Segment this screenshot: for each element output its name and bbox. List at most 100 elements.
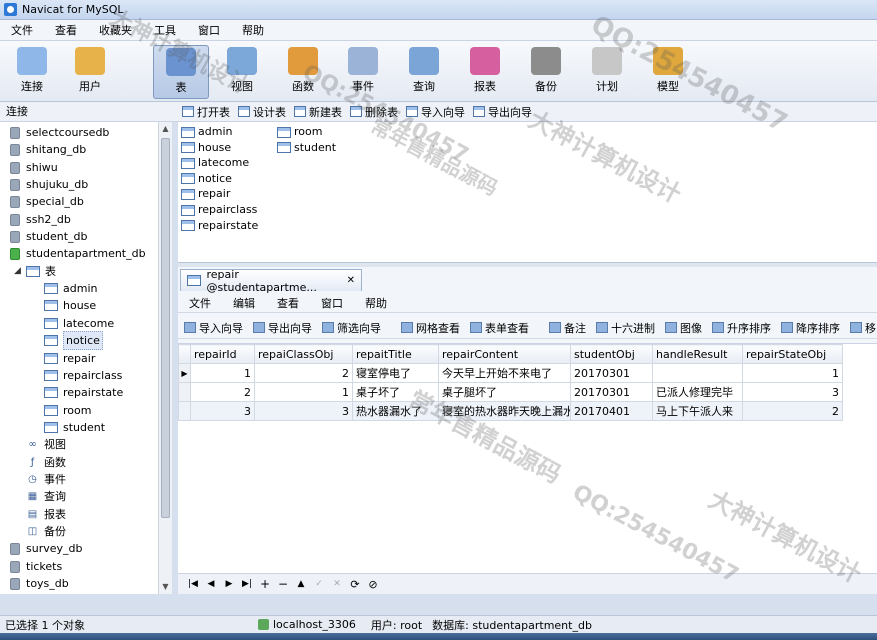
grid-cell[interactable]: 3 xyxy=(742,382,843,402)
tree-table-admin[interactable]: admin xyxy=(44,280,97,297)
tree-db-survey_db[interactable]: survey_db xyxy=(10,540,82,557)
toolbar-button-7[interactable]: 报表 xyxy=(457,45,513,99)
tree-node-3[interactable]: ▦ 查询 xyxy=(26,488,66,505)
grid-cell[interactable]: 3 xyxy=(190,401,255,421)
grid-cell[interactable]: 2 xyxy=(190,382,255,402)
tree-table-house[interactable]: house xyxy=(44,297,96,314)
prev-record-icon[interactable]: ◀ xyxy=(204,579,218,589)
grid-action-0[interactable]: 导入向导 xyxy=(184,320,243,336)
toolbar-button-3[interactable]: 视图 xyxy=(214,45,270,99)
tree-table-repair[interactable]: repair xyxy=(44,350,95,367)
grid-cell[interactable]: 20170301 xyxy=(570,382,653,402)
toolbar-button-6[interactable]: 查询 xyxy=(396,45,452,99)
tree-node-5[interactable]: ◫ 备份 xyxy=(26,523,66,540)
tree-table-repairclass[interactable]: repairclass xyxy=(44,367,122,384)
sidebar-scrollbar[interactable]: ▲ ▼ xyxy=(158,122,172,594)
tree-table-notice[interactable]: notice xyxy=(44,331,103,350)
menu-item-0[interactable]: 文件 xyxy=(0,20,44,41)
object-action-5[interactable]: 导出向导 xyxy=(473,104,532,120)
sub-menu-item-2[interactable]: 查看 xyxy=(266,295,310,311)
tab-repair[interactable]: repair @studentapartme... ✕ xyxy=(180,268,362,294)
grid-action-4[interactable]: 表单查看 xyxy=(470,320,529,336)
tree-table-repairstate[interactable]: repairstate xyxy=(44,384,123,401)
column-header-repairContent[interactable]: repairContent xyxy=(438,344,571,364)
tree-db-shitang_db[interactable]: shitang_db xyxy=(10,141,86,158)
cancel-icon[interactable]: ✕ xyxy=(330,579,344,589)
delete-record-icon[interactable]: − xyxy=(276,577,290,591)
sub-menu-item-1[interactable]: 编辑 xyxy=(222,295,266,311)
add-record-icon[interactable]: + xyxy=(258,577,272,591)
column-header-repaitTitle[interactable]: repaitTitle xyxy=(352,344,439,364)
menu-item-4[interactable]: 窗口 xyxy=(187,20,231,41)
scroll-up-icon[interactable]: ▲ xyxy=(159,122,172,136)
tree-db-shujuku_db[interactable]: shujuku_db xyxy=(10,176,88,193)
tree-db-ssh2_db[interactable]: ssh2_db xyxy=(10,211,71,228)
expand-arrow-icon[interactable]: ◢ xyxy=(14,263,24,280)
grid-cell[interactable]: 今天早上开始不来电了 xyxy=(438,363,571,383)
object-item-house[interactable]: house xyxy=(181,140,231,156)
grid-cell[interactable]: 寝室的热水器昨天晚上漏水 xyxy=(438,401,571,421)
toolbar-button-9[interactable]: 计划 xyxy=(579,45,635,99)
tree-db-tickets[interactable]: tickets xyxy=(10,558,62,575)
menu-item-1[interactable]: 查看 xyxy=(44,20,88,41)
table-row[interactable]: 3 3 热水器漏水了 寝室的热水器昨天晚上漏水 20170401 马上下午派人来 2 xyxy=(178,401,843,421)
column-header-repaiClassObj[interactable]: repaiClassObj xyxy=(254,344,353,364)
next-record-icon[interactable]: ▶ xyxy=(222,579,236,589)
scroll-down-icon[interactable]: ▼ xyxy=(159,580,172,594)
grid-action-5[interactable]: 备注 xyxy=(549,320,586,336)
object-item-student[interactable]: student xyxy=(277,140,336,156)
sub-menu-item-3[interactable]: 窗口 xyxy=(310,295,354,311)
object-action-1[interactable]: 设计表 xyxy=(238,104,286,120)
grid-cell[interactable]: 已派人修理完毕 xyxy=(652,382,743,402)
object-item-repair[interactable]: repair xyxy=(181,186,230,202)
tree-db-open[interactable]: studentapartment_db xyxy=(10,245,146,262)
data-grid[interactable]: repairId repaiClassObj repaitTitle repairCo… xyxy=(178,343,877,573)
object-item-repairstate[interactable]: repairstate xyxy=(181,218,258,234)
tree-db-special_db[interactable]: special_db xyxy=(10,193,84,210)
grid-cell[interactable]: 2 xyxy=(742,401,843,421)
grid-action-6[interactable]: 十六进制 xyxy=(596,320,655,336)
menu-item-3[interactable]: 工具 xyxy=(143,20,187,41)
object-action-2[interactable]: 新建表 xyxy=(294,104,342,120)
table-row[interactable]: 2 1 桌子坏了 桌子腿坏了 20170301 已派人修理完毕 3 xyxy=(178,382,843,402)
grid-cell[interactable]: 1 xyxy=(254,382,353,402)
grid-action-10[interactable]: 移 xyxy=(850,320,876,336)
object-action-4[interactable]: 导入向导 xyxy=(406,104,465,120)
toolbar-button-4[interactable]: 函数 xyxy=(275,45,331,99)
object-item-repairclass[interactable]: repairclass xyxy=(181,202,257,218)
tree-db-shiwu[interactable]: shiwu xyxy=(10,159,58,176)
object-action-0[interactable]: 打开表 xyxy=(182,104,230,120)
grid-cell[interactable]: 2 xyxy=(254,363,353,383)
grid-cell[interactable]: 热水器漏水了 xyxy=(352,401,439,421)
grid-cell[interactable]: 马上下午派人来 xyxy=(652,401,743,421)
apply-icon[interactable]: ✓ xyxy=(312,579,326,589)
column-header-studentObj[interactable]: studentObj xyxy=(570,344,653,364)
data-table[interactable]: repairId repaiClassObj repaitTitle repairCo… xyxy=(178,344,843,421)
stop-icon[interactable]: ⊘ xyxy=(366,578,380,591)
tree-node-2[interactable]: ◷ 事件 xyxy=(26,471,66,488)
column-header-repairId[interactable]: repairId xyxy=(190,344,255,364)
object-item-latecome[interactable]: latecome xyxy=(181,155,249,171)
sub-menu-item-4[interactable]: 帮助 xyxy=(354,295,398,311)
tree-tables-node[interactable]: ◢ 表 xyxy=(14,263,56,280)
sub-menu-item-0[interactable]: 文件 xyxy=(178,295,222,311)
tree-node-4[interactable]: ▤ 报表 xyxy=(26,506,66,523)
grid-action-8[interactable]: 升序排序 xyxy=(712,320,771,336)
grid-cell[interactable]: 20170301 xyxy=(570,363,653,383)
object-action-3[interactable]: 删除表 xyxy=(350,104,398,120)
grid-action-9[interactable]: 降序排序 xyxy=(781,320,840,336)
grid-action-2[interactable]: 筛选向导 xyxy=(322,320,381,336)
tree-table-latecome[interactable]: latecome xyxy=(44,315,114,332)
grid-cell[interactable] xyxy=(652,363,743,383)
connection-tree[interactable]: selectcoursedb shitang_db shiwu shujuku_db s… xyxy=(0,122,172,594)
grid-cell[interactable]: 1 xyxy=(742,363,843,383)
grid-cell[interactable]: 3 xyxy=(254,401,353,421)
tree-node-0[interactable]: ∞ 视图 xyxy=(26,436,66,453)
last-record-icon[interactable]: ▶| xyxy=(240,579,254,589)
toolbar-button-2[interactable]: 表 xyxy=(153,45,209,99)
column-header-repairStateObj[interactable]: repairStateObj xyxy=(742,344,843,364)
close-icon[interactable]: ✕ xyxy=(347,275,355,286)
menu-item-5[interactable]: 帮助 xyxy=(231,20,275,41)
grid-cell[interactable]: 桌子坏了 xyxy=(352,382,439,402)
grid-cell[interactable]: 寝室停电了 xyxy=(352,363,439,383)
